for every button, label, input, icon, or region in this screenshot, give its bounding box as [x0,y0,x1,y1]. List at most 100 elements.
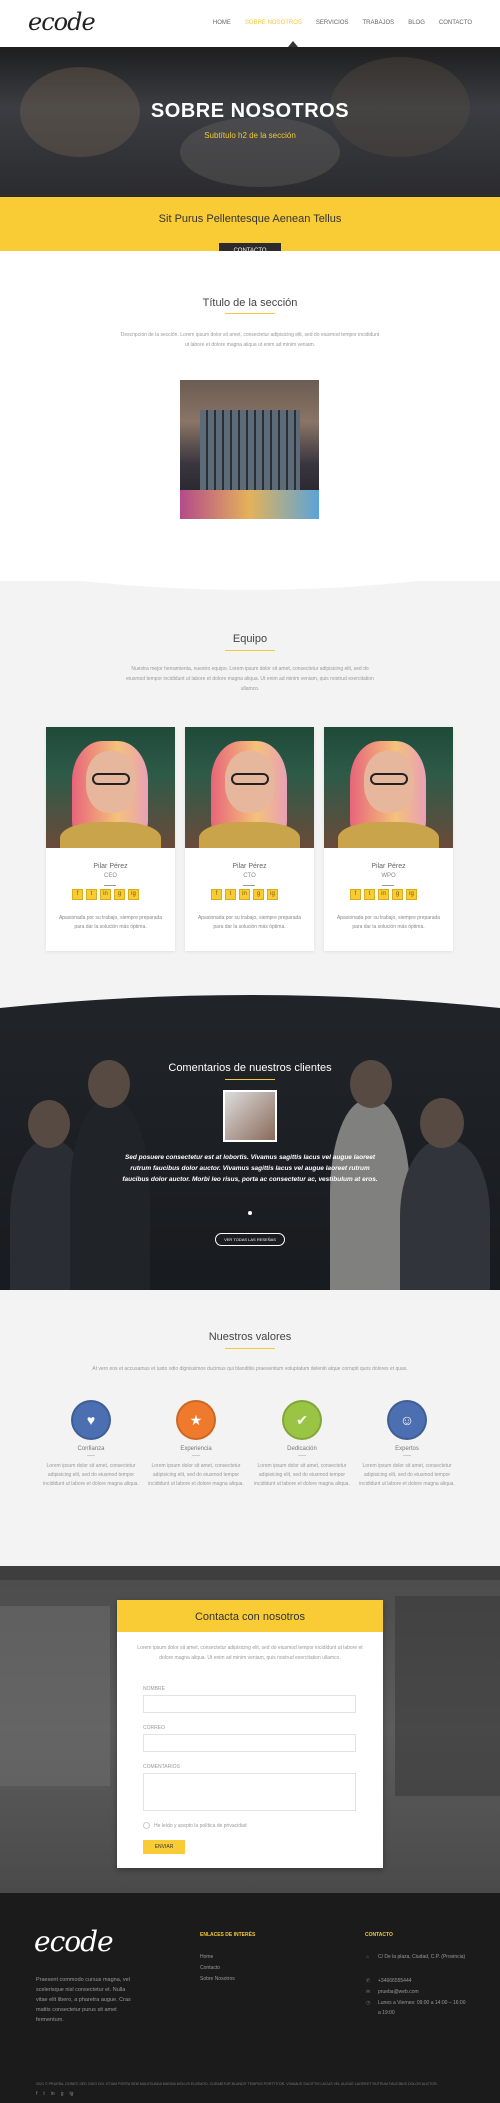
value-divider [298,1455,306,1456]
google-icon[interactable]: g [253,889,264,900]
member-photo [324,727,453,848]
linkedin-icon[interactable]: in [51,2091,55,2097]
view-all-reviews-button[interactable]: VER TODAS LAS RESEÑAS [215,1233,285,1246]
email-field[interactable] [143,1734,356,1752]
value-text: Lorem ipsum dolor sit amet, consectetur … [254,1463,350,1487]
client-avatar [223,1090,277,1142]
team-card: Pilar Pérez WPO f t in g ig Apasionada p… [324,727,453,951]
nav-sobre-nosotros[interactable]: SOBRE NOSOTROS [245,20,302,26]
value-item: ☺ Expertos Lorem ipsum dolor sit amet, c… [357,1400,457,1489]
footer-about: Praesent commodo cursus magna, vel scele… [36,1977,131,2023]
facebook-icon[interactable]: f [36,2091,37,2097]
name-label: NOMBRE [143,1686,165,1692]
value-title: Confianza [77,1446,105,1452]
value-item: ✔ Dedicación Lorem ipsum dolor sit amet,… [252,1400,352,1489]
phone-icon: ✆ [366,1978,371,1984]
footer-logo[interactable]: ecode [34,1925,114,1958]
facebook-icon[interactable]: f [72,889,83,900]
instagram-icon[interactable]: ig [128,889,139,900]
member-photo [185,727,314,848]
contact-title: Contacta con nosotros [194,1611,306,1623]
footer-links-title: ENLACES DE INTERÉS [200,1932,256,1938]
member-name: Pilar Pérez [371,863,406,870]
instagram-icon[interactable]: ig [406,889,417,900]
member-role: CEO [103,873,117,879]
member-divider [382,885,394,886]
nav-home[interactable]: HOME [213,20,231,26]
member-bio: Apasionada por su trabajo, siempre prepa… [58,915,163,930]
section-title-underline [225,313,275,314]
footer-copyright: 2021 © PRUEBA. DONEC SED ODIO DUI. ETIAM… [36,2082,438,2086]
member-role: WPO [381,873,396,879]
value-text: Lorem ipsum dolor sit amet, consectetur … [148,1463,244,1487]
footer-socials: f t in g ig [36,2091,73,2097]
star-icon: ★ [176,1400,216,1440]
value-item: ♥ Confianza Lorem ipsum dolor sit amet, … [41,1400,141,1489]
twitter-icon[interactable]: t [225,889,236,900]
send-button[interactable]: ENVIAR [143,1840,185,1854]
nav-contacto[interactable]: CONTACTO [439,20,472,26]
member-role: CTO [243,873,256,879]
team-card: Pilar Pérez CTO f t in g ig Apasionada p… [185,727,314,951]
google-icon[interactable]: g [61,2091,64,2097]
member-divider [243,885,255,886]
comments-field[interactable] [143,1773,356,1811]
privacy-checkbox[interactable] [143,1822,150,1829]
nav-trabajos[interactable]: TRABAJOS [363,20,395,26]
google-icon[interactable]: g [114,889,125,900]
values-description: At vero eos et accusamus et iusto odio d… [92,1366,408,1372]
member-name: Pilar Pérez [93,863,128,870]
value-title: Dedicación [287,1446,317,1452]
twitter-icon[interactable]: t [364,889,375,900]
smile-icon: ☺ [387,1400,427,1440]
footer-contact-title: CONTACTO [365,1932,393,1938]
value-divider [192,1455,200,1456]
facebook-icon[interactable]: f [211,889,222,900]
section-curve [0,560,500,590]
facebook-icon[interactable]: f [350,889,361,900]
testimonials-title: Comentarios de nuestros clientes [168,1062,332,1074]
instagram-icon[interactable]: ig [267,889,278,900]
instagram-icon[interactable]: ig [69,2091,73,2097]
nav-servicios[interactable]: SERVICIOS [316,20,349,26]
check-icon: ✔ [282,1400,322,1440]
footer-phone[interactable]: +34666555444 [378,1976,412,1986]
privacy-label: He leído y acepto la política de privaci… [154,1823,247,1829]
footer-link-contacto[interactable]: Contacto [200,1965,220,1971]
nav-blog[interactable]: BLOG [408,20,425,26]
team-description: Nuestra mejor herramienta, nuestro equip… [126,666,374,692]
hero-title: SOBRE NOSOTROS [150,100,350,122]
linkedin-icon[interactable]: in [378,889,389,900]
hero-subtitle: Subtítulo h2 de la sección [204,131,296,140]
site-logo[interactable]: ecode [28,8,96,36]
footer-email[interactable]: prueba@web.com [378,1987,419,1997]
location-icon: ⌂ [366,1954,370,1960]
values-title: Nuestros valores [208,1331,292,1343]
testimonials-section [0,990,500,1310]
value-divider [87,1455,95,1456]
member-divider [104,885,116,886]
linkedin-icon[interactable]: in [100,889,111,900]
footer-address: C/ De la plaza, Ciudad, C.P. (Provincia) [378,1954,466,1960]
footer-link-home[interactable]: Home [200,1954,213,1960]
value-title: Expertos [395,1446,419,1452]
google-icon[interactable]: g [392,889,403,900]
contact-description: Lorem ipsum dolor sit amet, consectetur … [137,1645,363,1661]
section-title: Título de la sección [202,297,298,309]
member-socials: f t in g ig [211,889,278,900]
twitter-icon[interactable]: t [86,889,97,900]
values-title-underline [225,1348,275,1349]
cta-band-title: Sit Purus Pellentesque Aenean Tellus [158,213,342,225]
footer-link-sobre-nosotros[interactable]: Sobre Nosotros [200,1976,235,1982]
section-curve [0,990,500,1008]
name-field[interactable] [143,1695,356,1713]
member-socials: f t in g ig [350,889,417,900]
mail-icon: ✉ [366,1989,371,1995]
linkedin-icon[interactable]: in [239,889,250,900]
value-item: ★ Experiencia Lorem ipsum dolor sit amet… [146,1400,246,1489]
twitter-icon[interactable]: t [43,2091,44,2097]
member-bio: Apasionada por su trabajo, siempre prepa… [336,915,441,930]
carousel-dot[interactable] [248,1211,252,1215]
building-image [180,380,319,519]
member-name: Pilar Pérez [232,863,267,870]
